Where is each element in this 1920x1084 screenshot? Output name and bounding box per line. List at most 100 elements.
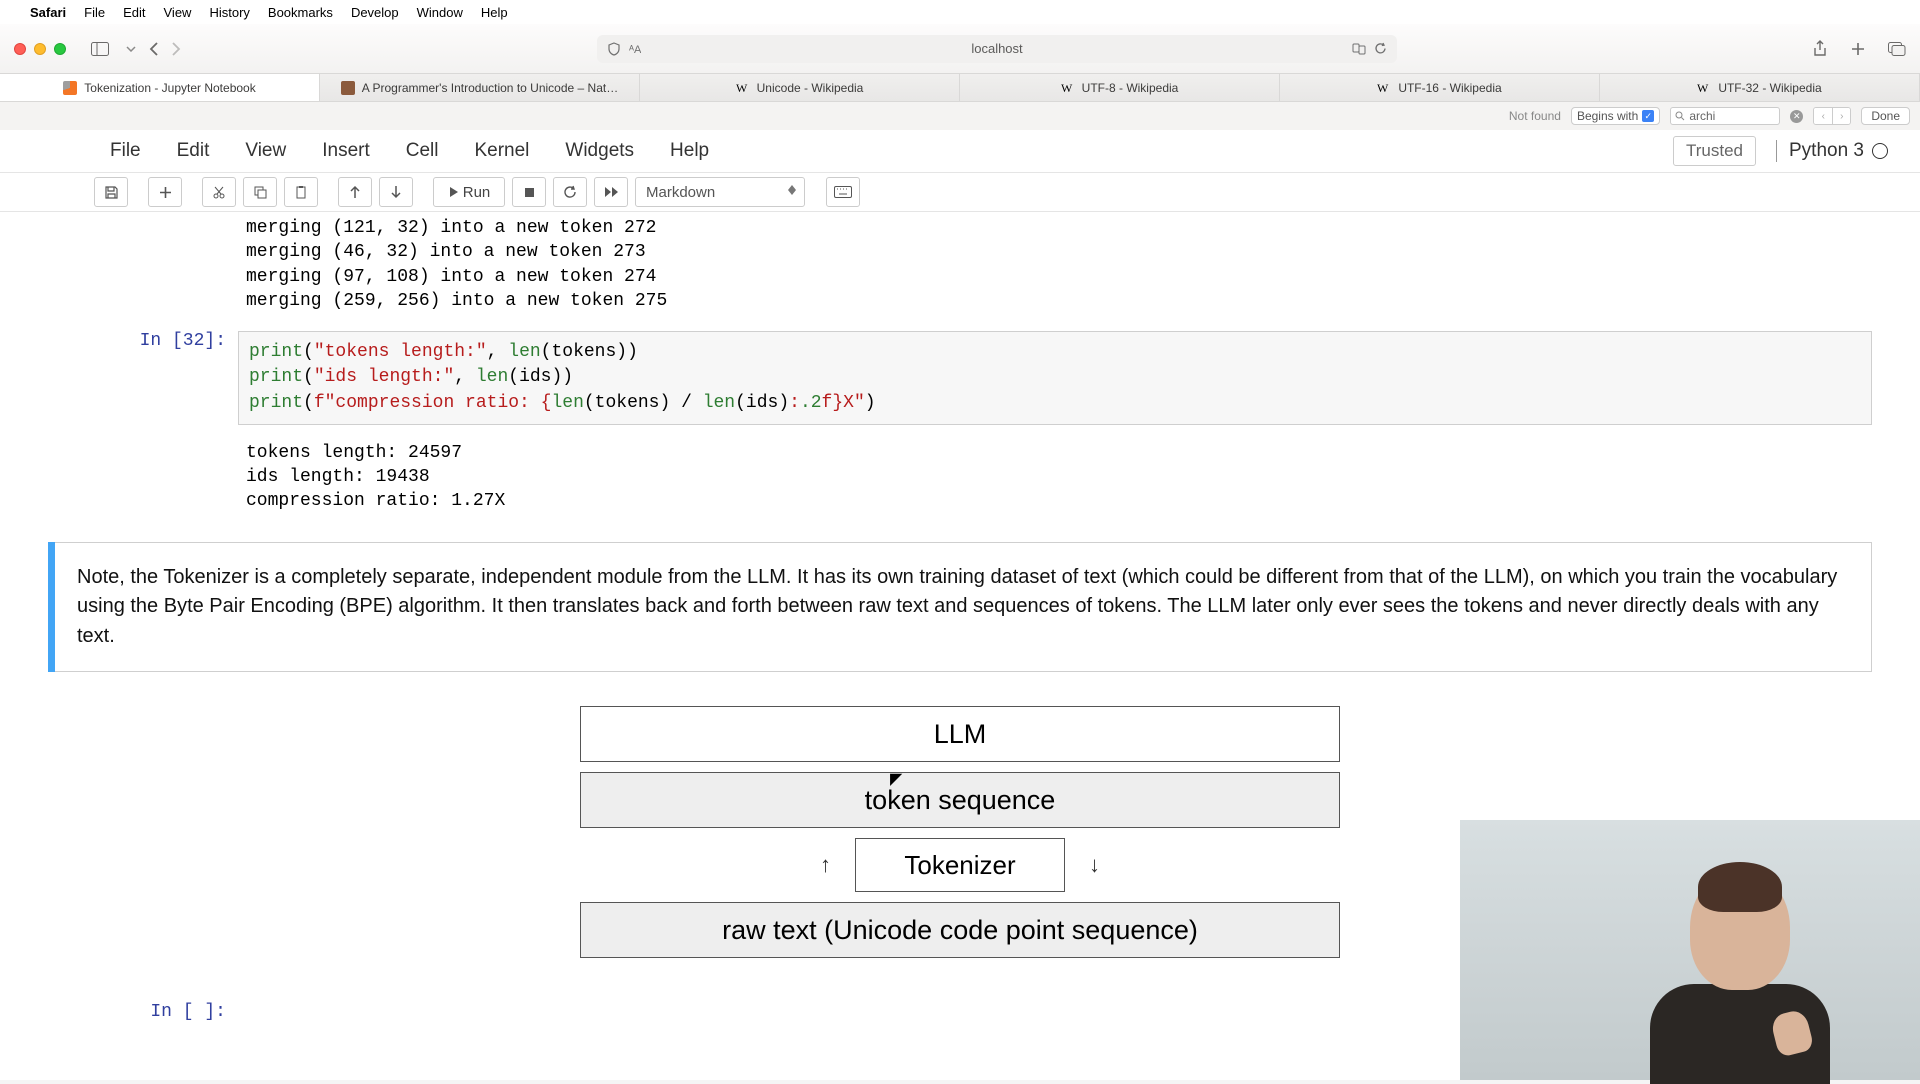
keyboard-icon xyxy=(834,186,852,198)
mac-menu-window[interactable]: Window xyxy=(417,5,463,20)
markdown-content[interactable]: Note, the Tokenizer is a completely sepa… xyxy=(55,542,1872,673)
url-text: localhost xyxy=(971,41,1022,56)
back-button[interactable] xyxy=(148,41,160,57)
find-input[interactable]: archi xyxy=(1670,107,1780,125)
find-next-button[interactable]: › xyxy=(1832,108,1850,124)
jupyter-menu-view[interactable]: View xyxy=(245,140,286,162)
chevron-down-icon xyxy=(126,46,136,52)
jupyter-menu-help[interactable]: Help xyxy=(670,140,709,162)
address-bar[interactable]: ᴬA localhost xyxy=(597,35,1397,63)
find-stepper: ‹ › xyxy=(1813,107,1851,125)
arrow-up-icon: ↑ xyxy=(820,852,831,878)
copy-icon xyxy=(253,185,267,199)
paste-cell-button[interactable] xyxy=(284,177,318,207)
wikipedia-favicon-icon: W xyxy=(1061,81,1075,95)
jupyter-menu-widgets[interactable]: Widgets xyxy=(565,140,634,162)
jupyter-menu-bar: File Edit View Insert Cell Kernel Widget… xyxy=(0,130,1920,172)
code-cell[interactable]: In [32]: print("tokens length:", len(tok… xyxy=(48,331,1872,425)
diagram-raw-box: raw text (Unicode code point sequence) xyxy=(580,902,1340,958)
fullscreen-window-button[interactable] xyxy=(54,43,66,55)
tab-wikipedia-utf16[interactable]: W UTF-16 - Wikipedia xyxy=(1280,74,1600,101)
move-cell-up-button[interactable] xyxy=(338,177,372,207)
tab-overview-icon[interactable] xyxy=(1888,42,1906,56)
run-cell-button[interactable]: Run xyxy=(433,177,505,207)
share-icon[interactable] xyxy=(1812,40,1828,58)
mac-menu-help[interactable]: Help xyxy=(481,5,508,20)
close-window-button[interactable] xyxy=(14,43,26,55)
presenter-figure xyxy=(1640,870,1840,1080)
find-mode-dropdown[interactable]: Begins with ✓ xyxy=(1571,107,1660,125)
mac-menu-edit[interactable]: Edit xyxy=(123,5,145,20)
command-palette-button[interactable] xyxy=(826,177,860,207)
input-prompt: In [32]: xyxy=(48,331,238,425)
diagram-llm-box: LLM xyxy=(580,706,1340,762)
tab-jupyter[interactable]: Tokenization - Jupyter Notebook xyxy=(0,74,320,101)
mac-menu-file[interactable]: File xyxy=(84,5,105,20)
cut-cell-button[interactable] xyxy=(202,177,236,207)
jupyter-menu-edit[interactable]: Edit xyxy=(177,140,210,162)
jupyter-menu-kernel[interactable]: Kernel xyxy=(474,140,529,162)
new-tab-icon[interactable] xyxy=(1850,41,1866,57)
arrow-down-icon: ↓ xyxy=(1089,852,1100,878)
jupyter-menu-cell[interactable]: Cell xyxy=(406,140,439,162)
tab-wikipedia-unicode[interactable]: W Unicode - Wikipedia xyxy=(640,74,960,101)
find-done-button[interactable]: Done xyxy=(1861,107,1910,125)
interrupt-kernel-button[interactable] xyxy=(512,177,546,207)
restart-kernel-button[interactable] xyxy=(553,177,587,207)
cell-selection-indicator xyxy=(48,542,55,673)
shield-icon xyxy=(607,42,621,56)
tab-label: A Programmer's Introduction to Unicode –… xyxy=(362,81,618,95)
trusted-badge[interactable]: Trusted xyxy=(1673,136,1756,166)
svg-text:ᴬA: ᴬA xyxy=(629,44,641,56)
chevron-right-icon xyxy=(170,41,182,57)
mac-app-name[interactable]: Safari xyxy=(30,5,66,20)
play-icon xyxy=(448,186,459,198)
tab-wikipedia-utf32[interactable]: W UTF-32 - Wikipedia xyxy=(1600,74,1920,101)
diagram-tokenizer-box: Tokenizer xyxy=(855,838,1065,892)
save-button[interactable] xyxy=(94,177,128,207)
mac-menu-develop[interactable]: Develop xyxy=(351,5,399,20)
forward-button[interactable] xyxy=(170,41,182,57)
diagram-tokens-box: token sequence xyxy=(580,772,1340,828)
svg-text:W: W xyxy=(1061,81,1073,95)
mac-menu-bookmarks[interactable]: Bookmarks xyxy=(268,5,333,20)
tab-unicode-article[interactable]: A Programmer's Introduction to Unicode –… xyxy=(320,74,640,101)
chevron-left-icon xyxy=(148,41,160,57)
move-cell-down-button[interactable] xyxy=(379,177,413,207)
webcam-overlay xyxy=(1460,820,1920,1080)
find-query: archi xyxy=(1689,109,1715,123)
find-prev-button[interactable]: ‹ xyxy=(1814,108,1832,124)
kernel-status-icon xyxy=(1872,143,1888,159)
text-size-icon: ᴬA xyxy=(629,42,641,56)
paste-icon xyxy=(294,185,308,200)
jupyter-menu-insert[interactable]: Insert xyxy=(322,140,370,162)
sidebar-dropdown-button[interactable] xyxy=(118,36,144,62)
copy-cell-button[interactable] xyxy=(243,177,277,207)
scissors-icon xyxy=(212,185,226,199)
arrow-down-icon xyxy=(390,185,402,199)
restart-run-all-button[interactable] xyxy=(594,177,628,207)
sidebar-icon xyxy=(91,42,109,56)
clear-find-button[interactable]: ✕ xyxy=(1790,110,1803,123)
add-cell-button[interactable] xyxy=(148,177,182,207)
translate-icon xyxy=(1352,42,1366,56)
tab-label: Tokenization - Jupyter Notebook xyxy=(84,81,255,95)
find-bar: Not found Begins with ✓ archi ✕ ‹ › Done xyxy=(0,102,1920,130)
minimize-window-button[interactable] xyxy=(34,43,46,55)
code-input-area[interactable]: print("tokens length:", len(tokens)) pri… xyxy=(238,331,1872,425)
mac-menu-view[interactable]: View xyxy=(164,5,192,20)
jupyter-menu-file[interactable]: File xyxy=(110,140,141,162)
cell-type-value: Markdown xyxy=(646,184,715,201)
sidebar-toggle-button[interactable] xyxy=(86,38,114,60)
tab-label: UTF-32 - Wikipedia xyxy=(1718,81,1821,95)
plus-icon xyxy=(159,186,172,199)
tab-wikipedia-utf8[interactable]: W UTF-8 - Wikipedia xyxy=(960,74,1280,101)
stop-icon xyxy=(524,187,535,198)
restart-icon xyxy=(563,185,577,199)
markdown-cell-selected[interactable]: Note, the Tokenizer is a completely sepa… xyxy=(48,542,1872,673)
cell-type-select[interactable]: Markdown xyxy=(635,177,805,207)
reload-icon[interactable] xyxy=(1374,42,1387,55)
kernel-indicator[interactable]: Python 3 xyxy=(1776,140,1888,162)
tokenizer-diagram: LLM ◤ token sequence ↑ Tokenizer ↓ raw t… xyxy=(580,706,1340,958)
mac-menu-history[interactable]: History xyxy=(209,5,249,20)
